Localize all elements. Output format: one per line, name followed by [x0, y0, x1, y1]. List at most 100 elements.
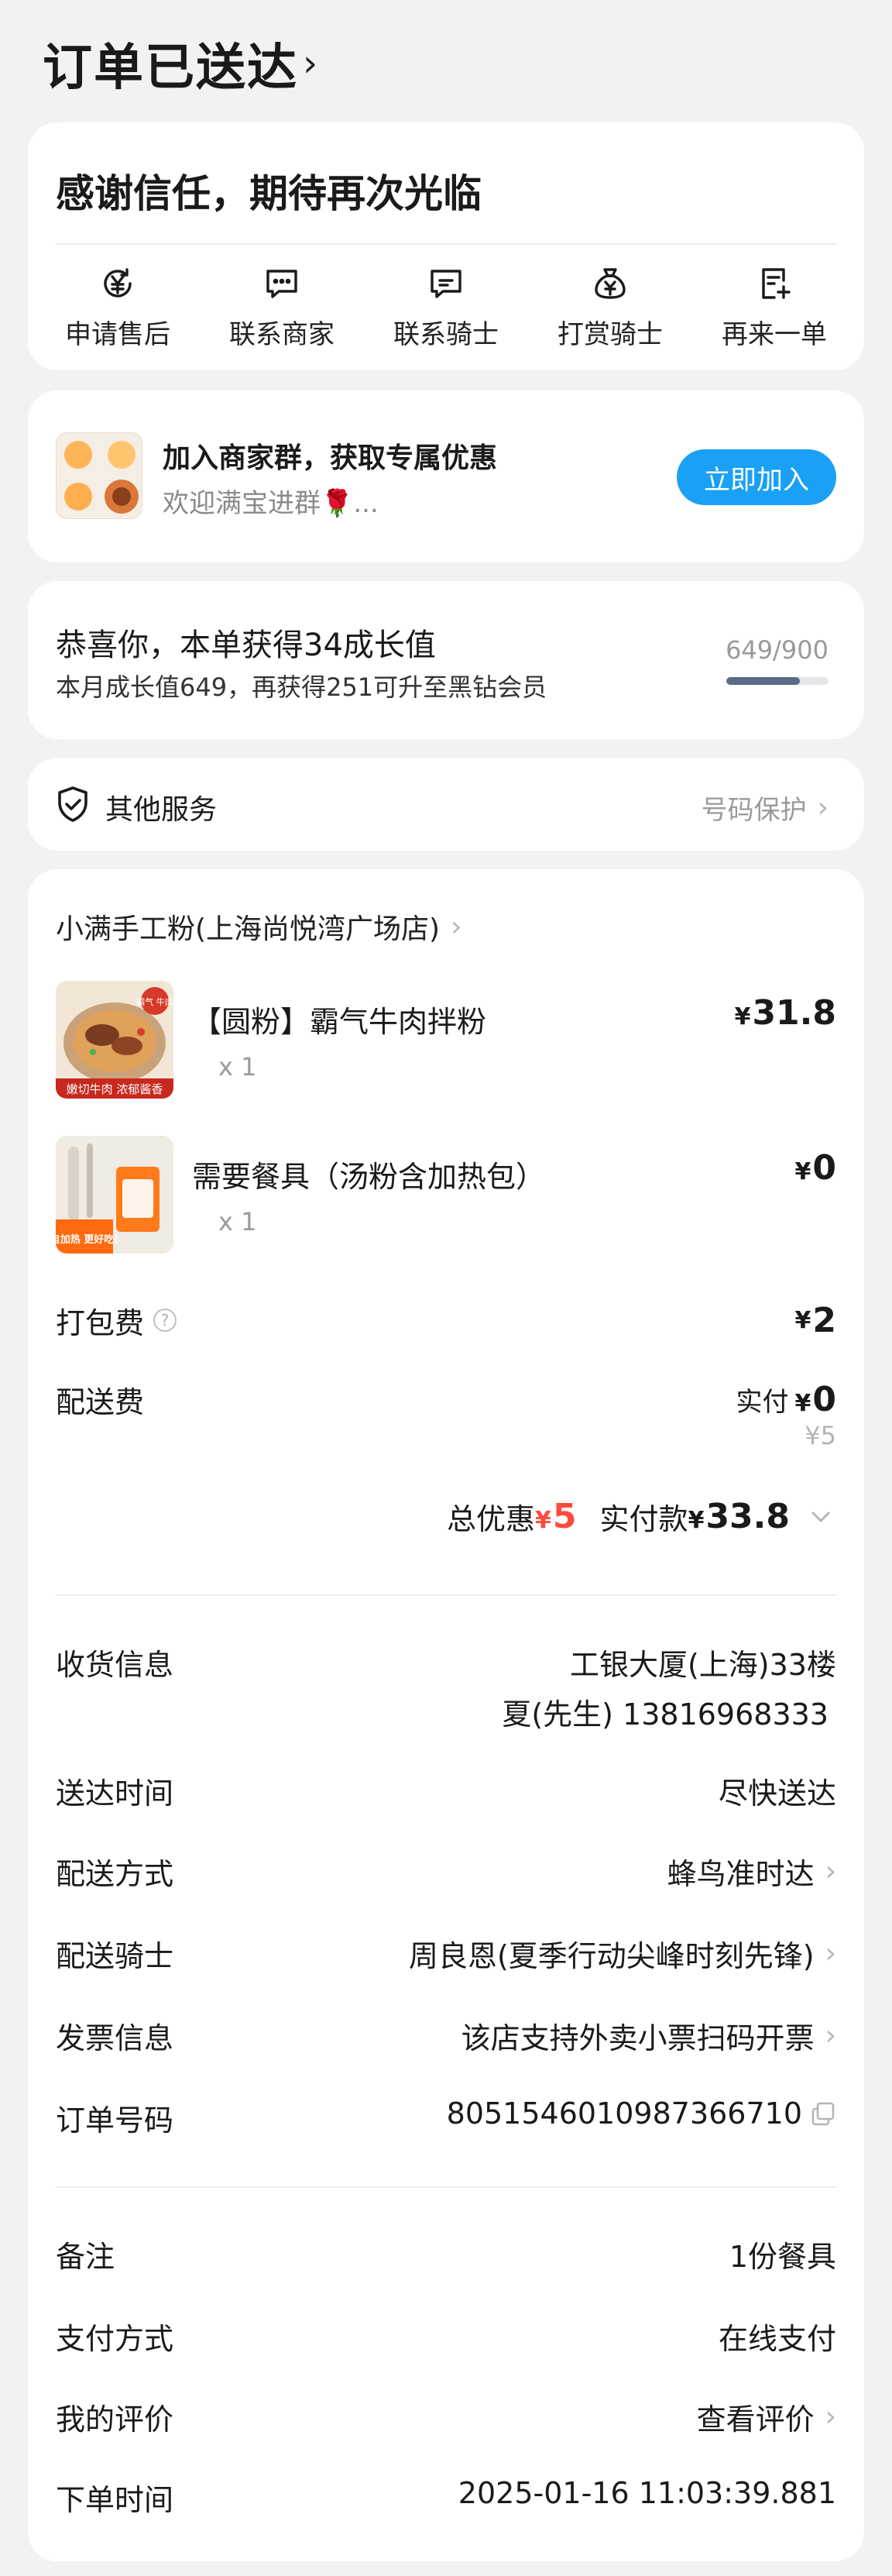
delivery-method-link[interactable]: 蜂鸟准时达 ›	[667, 1850, 836, 1893]
reorder-icon	[762, 268, 791, 299]
chat-icon	[266, 270, 297, 298]
item-name: 需要餐具（汤粉含加热包）	[192, 1160, 546, 1194]
money-bag-icon	[595, 268, 626, 299]
order-time-value: 2025-01-16 11:03:39.881	[458, 2476, 836, 2510]
beef-tag-text: 霸气 牛肉	[136, 996, 173, 1007]
divider	[56, 243, 836, 245]
contact-rider-button[interactable]: 联系骑士	[369, 263, 523, 356]
rider-value: 周良恩(夏季行动尖峰时刻先锋)	[408, 1939, 815, 1973]
item-price: ¥0	[795, 1148, 837, 1188]
paid-value: ¥33.8	[688, 1497, 790, 1536]
review-value: 查看评价	[696, 2402, 815, 2437]
growth-progress-text: 649/900	[726, 635, 829, 665]
group-title: 加入商家群，获取专属优惠	[163, 442, 498, 474]
other-services-card[interactable]: 其他服务 号码保护 ›	[28, 758, 864, 851]
yen-symbol: ¥	[688, 1507, 705, 1534]
total-discount-amount: 5	[552, 1497, 577, 1536]
divider	[56, 1594, 836, 1596]
item-price-value: 0	[812, 1148, 836, 1188]
chevron-right-icon: ›	[817, 792, 829, 824]
delivery-time-value: 尽快送达	[718, 1776, 836, 1811]
group-subtitle: 欢迎满宝进群🌹...	[163, 488, 379, 519]
total-summary[interactable]: 总优惠 ¥5 实付款 ¥33.8	[447, 1495, 836, 1538]
chevron-right-icon: ›	[303, 42, 320, 85]
total-discount-label: 总优惠	[447, 1502, 536, 1536]
contact-merchant-label: 联系商家	[229, 319, 334, 350]
number-protection[interactable]: 号码保护 ›	[702, 789, 829, 827]
item-qty: x 1	[218, 1052, 257, 1082]
delivery-fee-label: 配送费	[56, 1384, 145, 1419]
tip-rider-label: 打赏骑士	[558, 319, 663, 350]
chevron-down-icon	[811, 1512, 830, 1522]
copy-icon[interactable]	[810, 2100, 836, 2127]
contact-rider-label: 联系骑士	[393, 319, 499, 350]
item-image-beef-noodle: 嫩切牛肉 浓郁酱香 霸气 牛肉	[56, 981, 173, 1099]
item-price-value: 31.8	[752, 993, 836, 1033]
paid-amount: 33.8	[705, 1497, 790, 1536]
growth-title: 恭喜你，本单获得34成长值	[56, 628, 436, 663]
item-qty: x 1	[218, 1207, 257, 1236]
chevron-right-icon: ›	[825, 1938, 836, 1969]
after-sale-button[interactable]: 申请售后	[40, 263, 195, 356]
payment-label: 支付方式	[56, 2322, 174, 2356]
delivery-method-value: 蜂鸟准时达	[667, 1857, 815, 1891]
packing-fee-row: 打包费 ? ¥2	[56, 1297, 836, 1343]
packing-fee-value: ¥2	[795, 1301, 837, 1340]
merchant-group-card: 加入商家群，获取专属优惠 欢迎满宝进群🌹... 立即加入	[28, 390, 864, 562]
reorder-button[interactable]: 再来一单	[697, 263, 852, 356]
remark-label: 备注	[56, 2240, 115, 2274]
delivery-fee-original: ¥5	[805, 1421, 836, 1450]
invoice-label: 发票信息	[56, 2021, 174, 2055]
rider-label: 配送骑士	[56, 1939, 174, 1973]
yen-symbol: ¥	[794, 1306, 811, 1334]
chat-rider-icon	[431, 270, 461, 298]
order-status-title[interactable]: 订单已送达 ›	[43, 28, 319, 99]
thanks-card: 感谢信任，期待再次光临 申请售后 联系商家 联系骑士 打赏骑士 再来一单	[28, 122, 864, 370]
remark-value: 1份餐具	[729, 2240, 836, 2274]
join-group-button[interactable]: 立即加入	[677, 449, 836, 505]
item-name: 【圆粉】霸气牛肉拌粉	[192, 1005, 487, 1039]
delivery-actual-label: 实付	[736, 1386, 789, 1418]
payment-value: 在线支付	[718, 2322, 836, 2356]
growth-progress-bar	[726, 677, 829, 685]
rider-link[interactable]: 周良恩(夏季行动尖峰时刻先锋) ›	[409, 1932, 836, 1975]
order-detail-card: 小满手工粉(上海尚悦湾广场店) › 嫩切牛肉 浓郁酱香 霸气 牛肉 【圆粉】霸气…	[28, 869, 864, 2561]
chevron-right-icon: ›	[825, 2020, 836, 2052]
growth-card[interactable]: 恭喜你，本单获得34成长值 本月成长值649，再获得251可升至黑钻会员 649…	[28, 581, 864, 739]
action-bar: 申请售后 联系商家 联系骑士 打赏骑士 再来一单	[28, 263, 864, 356]
item-price: ¥31.8	[735, 993, 836, 1033]
shield-icon	[58, 786, 87, 822]
delivery-fee-value: 实付 ¥0	[736, 1380, 837, 1419]
invoice-value: 该店支持外卖小票扫码开票	[461, 2021, 815, 2055]
page-header: 订单已送达 ›	[0, 0, 892, 124]
review-label: 我的评价	[56, 2402, 174, 2437]
total-discount-value: ¥5	[535, 1497, 577, 1536]
contact-merchant-button[interactable]: 联系商家	[204, 263, 359, 356]
order-number-label: 订单号码	[56, 2103, 174, 2137]
tip-rider-button[interactable]: 打赏骑士	[533, 263, 688, 356]
delivery-method-label: 配送方式	[56, 1857, 174, 1891]
review-link[interactable]: 查看评价 ›	[697, 2395, 836, 2438]
chevron-right-icon: ›	[451, 910, 462, 943]
order-item[interactable]: 自加热 更好吃! 需要餐具（汤粉含加热包） x 1 ¥0	[56, 1136, 836, 1260]
order-item[interactable]: 嫩切牛肉 浓郁酱香 霸气 牛肉 【圆粉】霸气牛肉拌粉 x 1 ¥31.8	[56, 981, 836, 1105]
packing-fee-label: 打包费	[56, 1305, 145, 1340]
growth-progress-fill	[726, 677, 801, 685]
delivery-fee-actual: 0	[812, 1379, 836, 1419]
order-number-value: 8051546010987366710	[446, 2096, 802, 2131]
chevron-right-icon: ›	[825, 1855, 836, 1887]
yen-symbol: ¥	[535, 1507, 551, 1534]
address-line1: 工银大厦(上海)33楼	[569, 1648, 836, 1682]
delivery-fee-row: 配送费 实付 ¥0	[56, 1376, 836, 1422]
order-status-text: 订单已送达	[43, 40, 298, 97]
delivery-time-label: 送达时间	[56, 1776, 174, 1811]
thanks-message: 感谢信任，期待再次光临	[56, 171, 482, 216]
group-thumbnail	[56, 432, 142, 519]
help-icon[interactable]: ?	[153, 1309, 177, 1332]
shop-name-link[interactable]: 小满手工粉(上海尚悦湾广场店) ›	[56, 906, 462, 947]
yen-symbol: ¥	[794, 1158, 811, 1185]
invoice-link[interactable]: 该店支持外卖小票扫码开票 ›	[461, 2014, 836, 2057]
divider	[56, 2186, 836, 2188]
beef-banner-text: 嫩切牛肉 浓郁酱香	[67, 1082, 163, 1096]
reorder-label: 再来一单	[722, 319, 827, 350]
